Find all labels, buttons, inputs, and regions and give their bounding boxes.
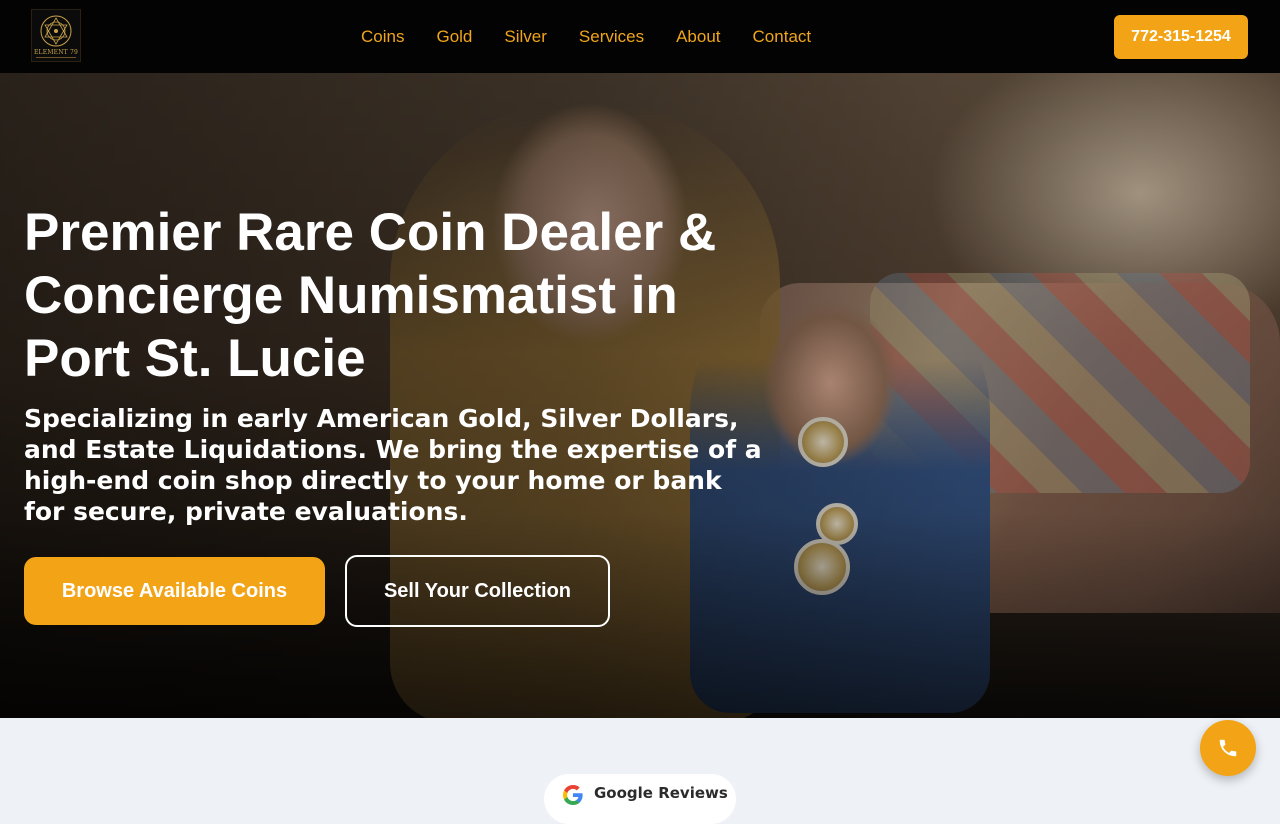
google-icon [563, 785, 583, 805]
nav-item-silver[interactable]: Silver [488, 27, 563, 47]
hero-title: Premier Rare Coin Dealer & Concierge Num… [24, 203, 717, 388]
google-reviews-badge[interactable]: Google Reviews [544, 774, 736, 824]
hero-section: Premier Rare Coin Dealer & Concierge Num… [0, 73, 1280, 718]
nav-item-contact[interactable]: Contact [737, 27, 828, 47]
brand-logo[interactable]: ELEMENT 79 [31, 9, 81, 62]
header-phone-button[interactable]: 772-315-1254 [1114, 15, 1248, 59]
nav-item-about[interactable]: About [660, 27, 736, 47]
google-reviews-label: Google Reviews [594, 784, 728, 802]
hero-subtitle: Specializing in early American Gold, Sil… [24, 404, 762, 526]
browse-coins-button[interactable]: Browse Available Coins [24, 557, 325, 625]
top-navigation-bar: ELEMENT 79 Coins Gold Silver Services Ab… [0, 0, 1280, 73]
phone-icon [1219, 739, 1237, 757]
nav-item-services[interactable]: Services [563, 27, 660, 47]
floating-call-button[interactable] [1200, 720, 1256, 776]
nav-item-coins[interactable]: Coins [345, 27, 420, 47]
sell-collection-button[interactable]: Sell Your Collection [345, 555, 610, 627]
logo-text: ELEMENT 79 [33, 49, 79, 56]
logo-divider [36, 57, 76, 58]
gold-emblem-icon [40, 15, 72, 47]
nav-item-gold[interactable]: Gold [420, 27, 488, 47]
main-nav: Coins Gold Silver Services About Contact [345, 0, 827, 73]
